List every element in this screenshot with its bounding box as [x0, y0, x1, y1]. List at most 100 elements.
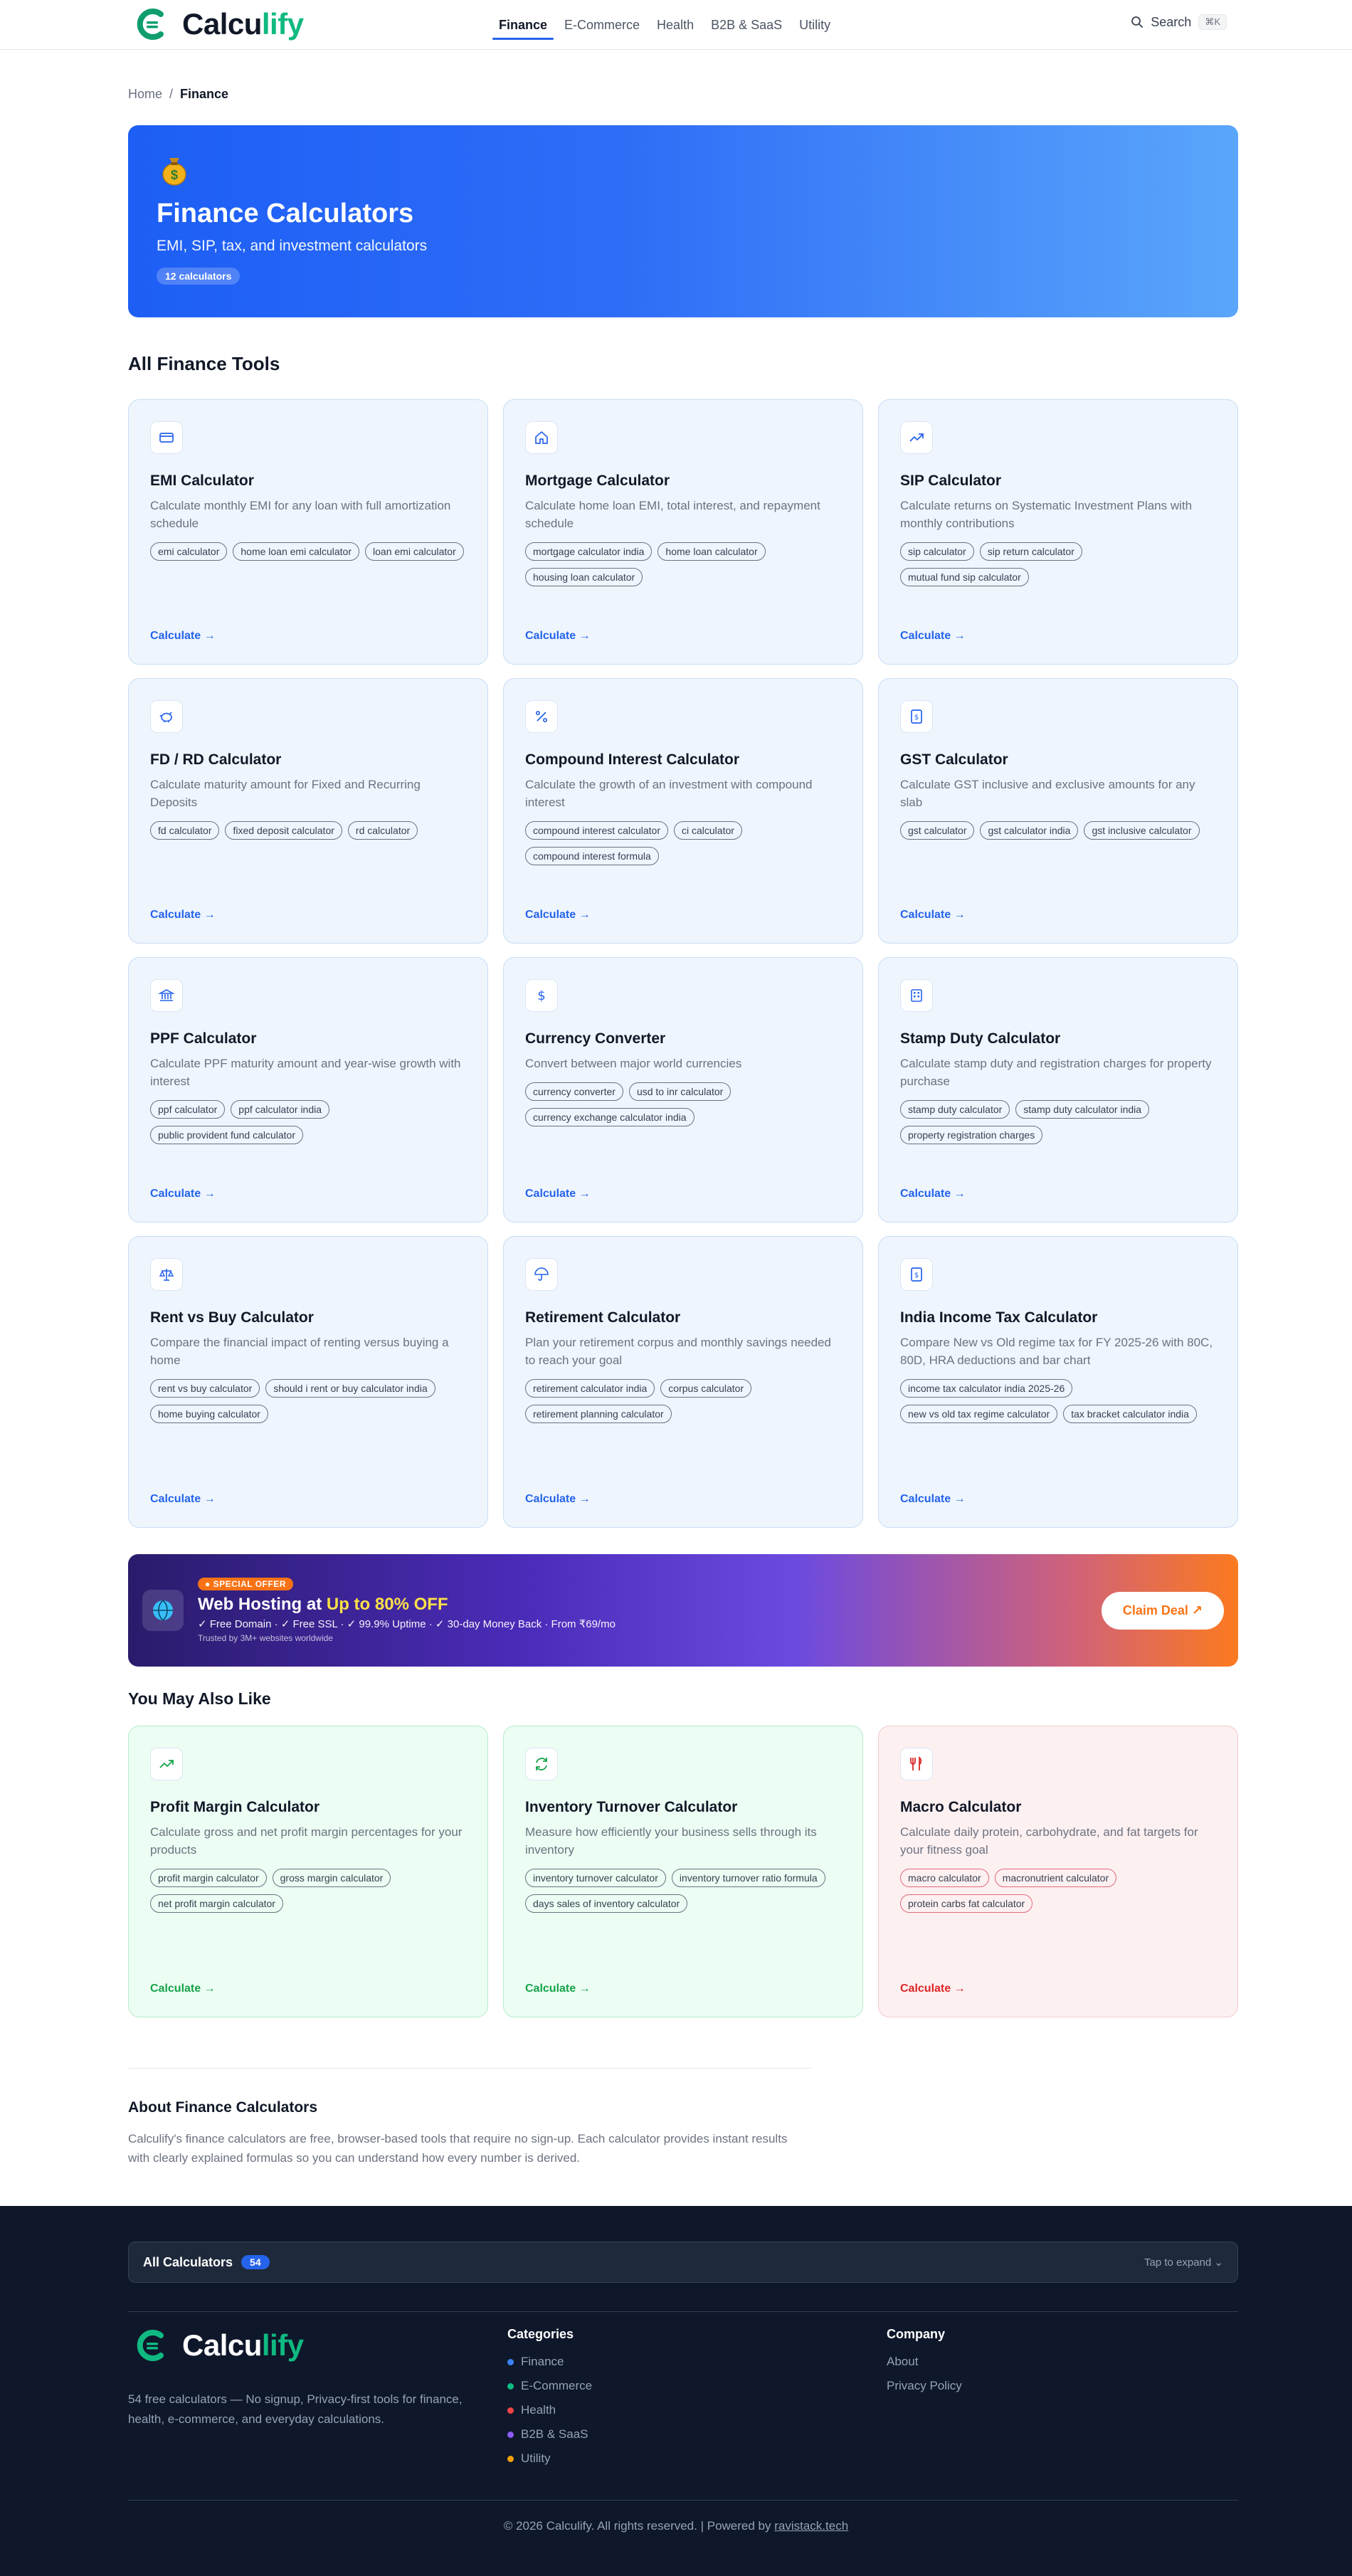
keyword-tag: stamp duty calculator india — [1015, 1100, 1150, 1119]
calculator-card[interactable]: EMI Calculator Calculate monthly EMI for … — [128, 399, 488, 665]
breadcrumb-home[interactable]: Home — [128, 87, 162, 102]
calculator-card[interactable]: Stamp Duty Calculator Calculate stamp dut… — [878, 957, 1238, 1223]
tools-section-title: All Finance Tools — [128, 353, 280, 374]
calculate-link[interactable]: Calculate → — [525, 1188, 591, 1200]
calculate-link[interactable]: Calculate → — [150, 1493, 216, 1506]
footer-category-link[interactable]: B2B & SaaS — [507, 2427, 592, 2442]
keyword-tag: tax bracket calculator india — [1063, 1405, 1197, 1423]
calculate-link[interactable]: Calculate → — [900, 1983, 966, 1995]
calculator-card[interactable]: SIP Calculator Calculate returns on Syste… — [878, 399, 1238, 665]
card-tags: income tax calculator india 2025-26 new v… — [900, 1379, 1216, 1423]
keyword-tag: gst calculator — [900, 821, 975, 840]
calculator-card[interactable]: PPF Calculator Calculate PPF maturity amo… — [128, 957, 488, 1223]
nav-utility[interactable]: Utility — [793, 0, 837, 50]
calculator-card[interactable]: Macro Calculator Calculate daily protein,… — [878, 1726, 1238, 2017]
footer-category-link[interactable]: E-Commerce — [507, 2379, 592, 2393]
credit-card-icon — [150, 421, 183, 454]
calculator-card[interactable]: Rent vs Buy Calculator Compare the financ… — [128, 1236, 488, 1528]
scale-icon — [150, 1258, 183, 1291]
calculate-link[interactable]: Calculate → — [900, 1188, 966, 1200]
nav-b2b-saas[interactable]: B2B & SaaS — [704, 0, 788, 50]
card-tags: fd calculator fixed deposit calculator rd … — [150, 821, 466, 840]
keyword-tag: sip calculator — [900, 542, 974, 561]
footer-category-link[interactable]: Health — [507, 2403, 592, 2417]
card-tags: mortgage calculator india home loan calcu… — [525, 542, 841, 586]
nav-health[interactable]: Health — [650, 0, 700, 50]
powered-by-link[interactable]: ravistack.tech — [774, 2519, 848, 2533]
calculator-card[interactable]: $ Currency Converter Convert between major… — [503, 957, 863, 1223]
umbrella-icon — [525, 1258, 558, 1291]
card-title: SIP Calculator — [900, 473, 1001, 489]
card-tags: emi calculator home loan emi calculator lo… — [150, 542, 466, 561]
card-description: Calculate daily protein, carbohydrate, a… — [900, 1825, 1198, 1857]
keyword-tag: retirement calculator india — [525, 1379, 655, 1398]
calculate-link[interactable]: Calculate → — [150, 630, 216, 643]
card-title: Macro Calculator — [900, 1799, 1022, 1815]
keyword-tag: ppf calculator — [150, 1100, 226, 1119]
nav-e-commerce[interactable]: E-Commerce — [558, 0, 646, 50]
chevron-down-icon: ⌄ — [1214, 2256, 1223, 2269]
card-description: Calculate stamp duty and registration ch… — [900, 1057, 1212, 1088]
ad-banner[interactable]: ● SPECIAL OFFER Web Hosting at Up to 80%… — [128, 1554, 1238, 1667]
calculator-card[interactable]: FD / RD Calculator Calculate maturity amo… — [128, 678, 488, 944]
calculate-link[interactable]: Calculate → — [525, 1493, 591, 1506]
all-calculators-toggle[interactable]: All Calculators 54 Tap to expand ⌄ — [128, 2242, 1238, 2283]
receipt-icon: $ — [900, 1258, 933, 1291]
claim-deal-button[interactable]: Claim Deal ↗ — [1101, 1591, 1224, 1630]
building-icon — [900, 979, 933, 1012]
calculate-link[interactable]: Calculate → — [525, 909, 591, 922]
main-nav: Finance E-Commerce Health B2B & SaaS Uti… — [492, 0, 841, 50]
all-calculators-count: 54 — [241, 2255, 270, 2269]
keyword-tag: should i rent or buy calculator india — [265, 1379, 435, 1398]
search-label: Search — [1151, 14, 1192, 29]
logo-wordmark: Calculify — [182, 7, 304, 41]
footer-category-link[interactable]: Utility — [507, 2451, 592, 2466]
calculator-card[interactable]: Mortgage Calculator Calculate home loan E… — [503, 399, 863, 665]
calculate-link[interactable]: Calculate → — [900, 1493, 966, 1506]
keyword-tag: protein carbs fat calculator — [900, 1894, 1033, 1913]
copyright: © 2026 Calculify. All rights reserved. |… — [503, 2519, 849, 2533]
footer-logo[interactable]: Calculify — [132, 2327, 304, 2364]
calculate-link[interactable]: Calculate → — [150, 909, 216, 922]
card-tags: inventory turnover calculator inventory t… — [525, 1869, 841, 1913]
card-title: Stamp Duty Calculator — [900, 1030, 1061, 1047]
calculate-link[interactable]: Calculate → — [900, 630, 966, 643]
footer-category-label: E-Commerce — [521, 2379, 593, 2392]
footer-category-link[interactable]: Finance — [507, 2355, 592, 2369]
footer-link-privacy[interactable]: Privacy Policy — [887, 2379, 962, 2393]
card-title: Profit Margin Calculator — [150, 1799, 320, 1815]
keyword-tag: new vs old tax regime calculator — [900, 1405, 1058, 1423]
calculator-card[interactable]: $ GST Calculator Calculate GST inclusive a… — [878, 678, 1238, 944]
keyword-tag: loan emi calculator — [365, 542, 464, 561]
card-tags: stamp duty calculator stamp duty calculat… — [900, 1100, 1216, 1144]
footer-link-about[interactable]: About — [887, 2355, 962, 2369]
keyword-tag: ppf calculator india — [231, 1100, 330, 1119]
calculate-link[interactable]: Calculate → — [150, 1983, 216, 1995]
calculator-card[interactable]: Retirement Calculator Plan your retiremen… — [503, 1236, 863, 1528]
calculator-card[interactable]: Compound Interest Calculator Calculate th… — [503, 678, 863, 944]
card-tags: retirement calculator india corpus calcul… — [525, 1379, 841, 1423]
footer-tagline: 54 free calculators — No signup, Privacy… — [128, 2392, 463, 2426]
keyword-tag: public provident fund calculator — [150, 1126, 304, 1144]
keyword-tag: rent vs buy calculator — [150, 1379, 260, 1398]
calculator-card[interactable]: $ India Income Tax Calculator Compare New … — [878, 1236, 1238, 1528]
nav-finance[interactable]: Finance — [492, 0, 554, 50]
keyword-tag: mortgage calculator india — [525, 542, 653, 561]
keyword-tag: ci calculator — [674, 821, 742, 840]
receipt-icon: $ — [900, 700, 933, 733]
dollar-icon: $ — [525, 979, 558, 1012]
keyword-tag: currency exchange calculator india — [525, 1108, 695, 1126]
calculate-link[interactable]: Calculate → — [525, 1983, 591, 1995]
keyword-tag: inventory turnover calculator — [525, 1869, 666, 1887]
calculate-link[interactable]: Calculate → — [150, 1188, 216, 1200]
search-button[interactable]: Search ⌘K — [1131, 14, 1227, 30]
calculator-card[interactable]: Inventory Turnover Calculator Measure how… — [503, 1726, 863, 2017]
logo[interactable]: Calculify — [132, 6, 304, 43]
calculate-link[interactable]: Calculate → — [525, 630, 591, 643]
calculator-card[interactable]: Profit Margin Calculator Calculate gross … — [128, 1726, 488, 2017]
calculify-logo-icon — [137, 2330, 164, 2361]
footer: All Calculators 54 Tap to expand ⌄ Calcu… — [0, 2206, 1352, 2576]
keyword-tag: compound interest formula — [525, 847, 659, 865]
company-title: Company — [887, 2327, 946, 2341]
calculate-link[interactable]: Calculate → — [900, 909, 966, 922]
